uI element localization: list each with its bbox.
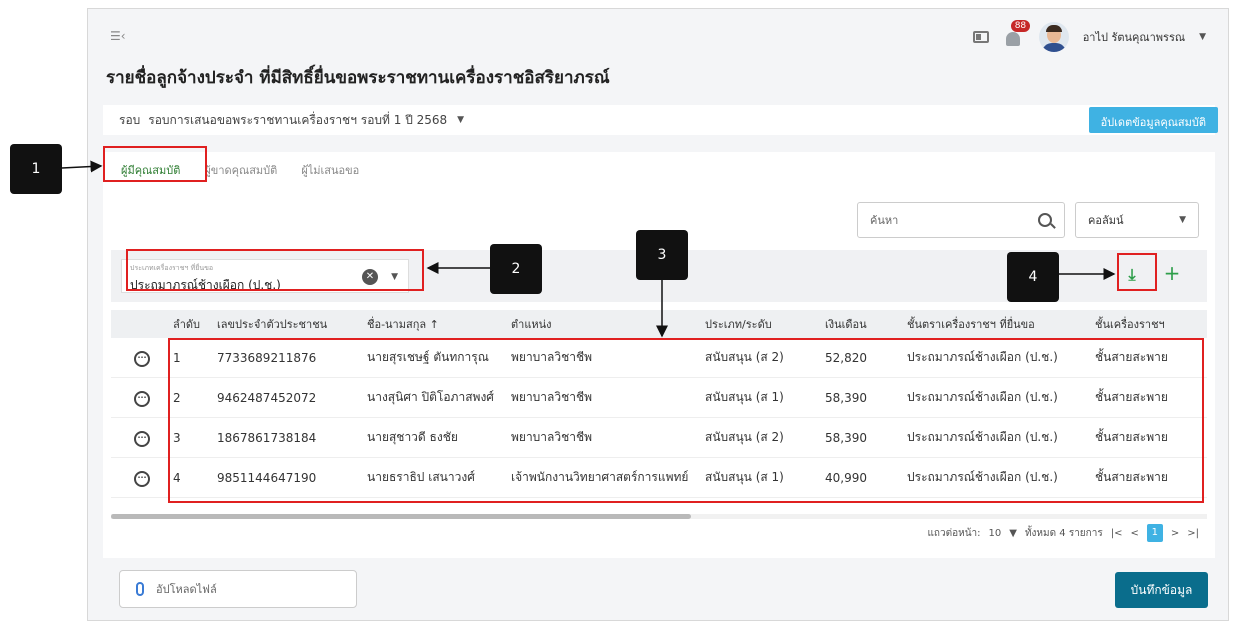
annotation-arrows xyxy=(61,160,1116,338)
arrow-1 xyxy=(61,160,103,173)
page: ☰‹ 88 อาไป รัตนคุณาพรรณ ▼ รายชื่อลูกจ้าง… xyxy=(0,0,1244,621)
